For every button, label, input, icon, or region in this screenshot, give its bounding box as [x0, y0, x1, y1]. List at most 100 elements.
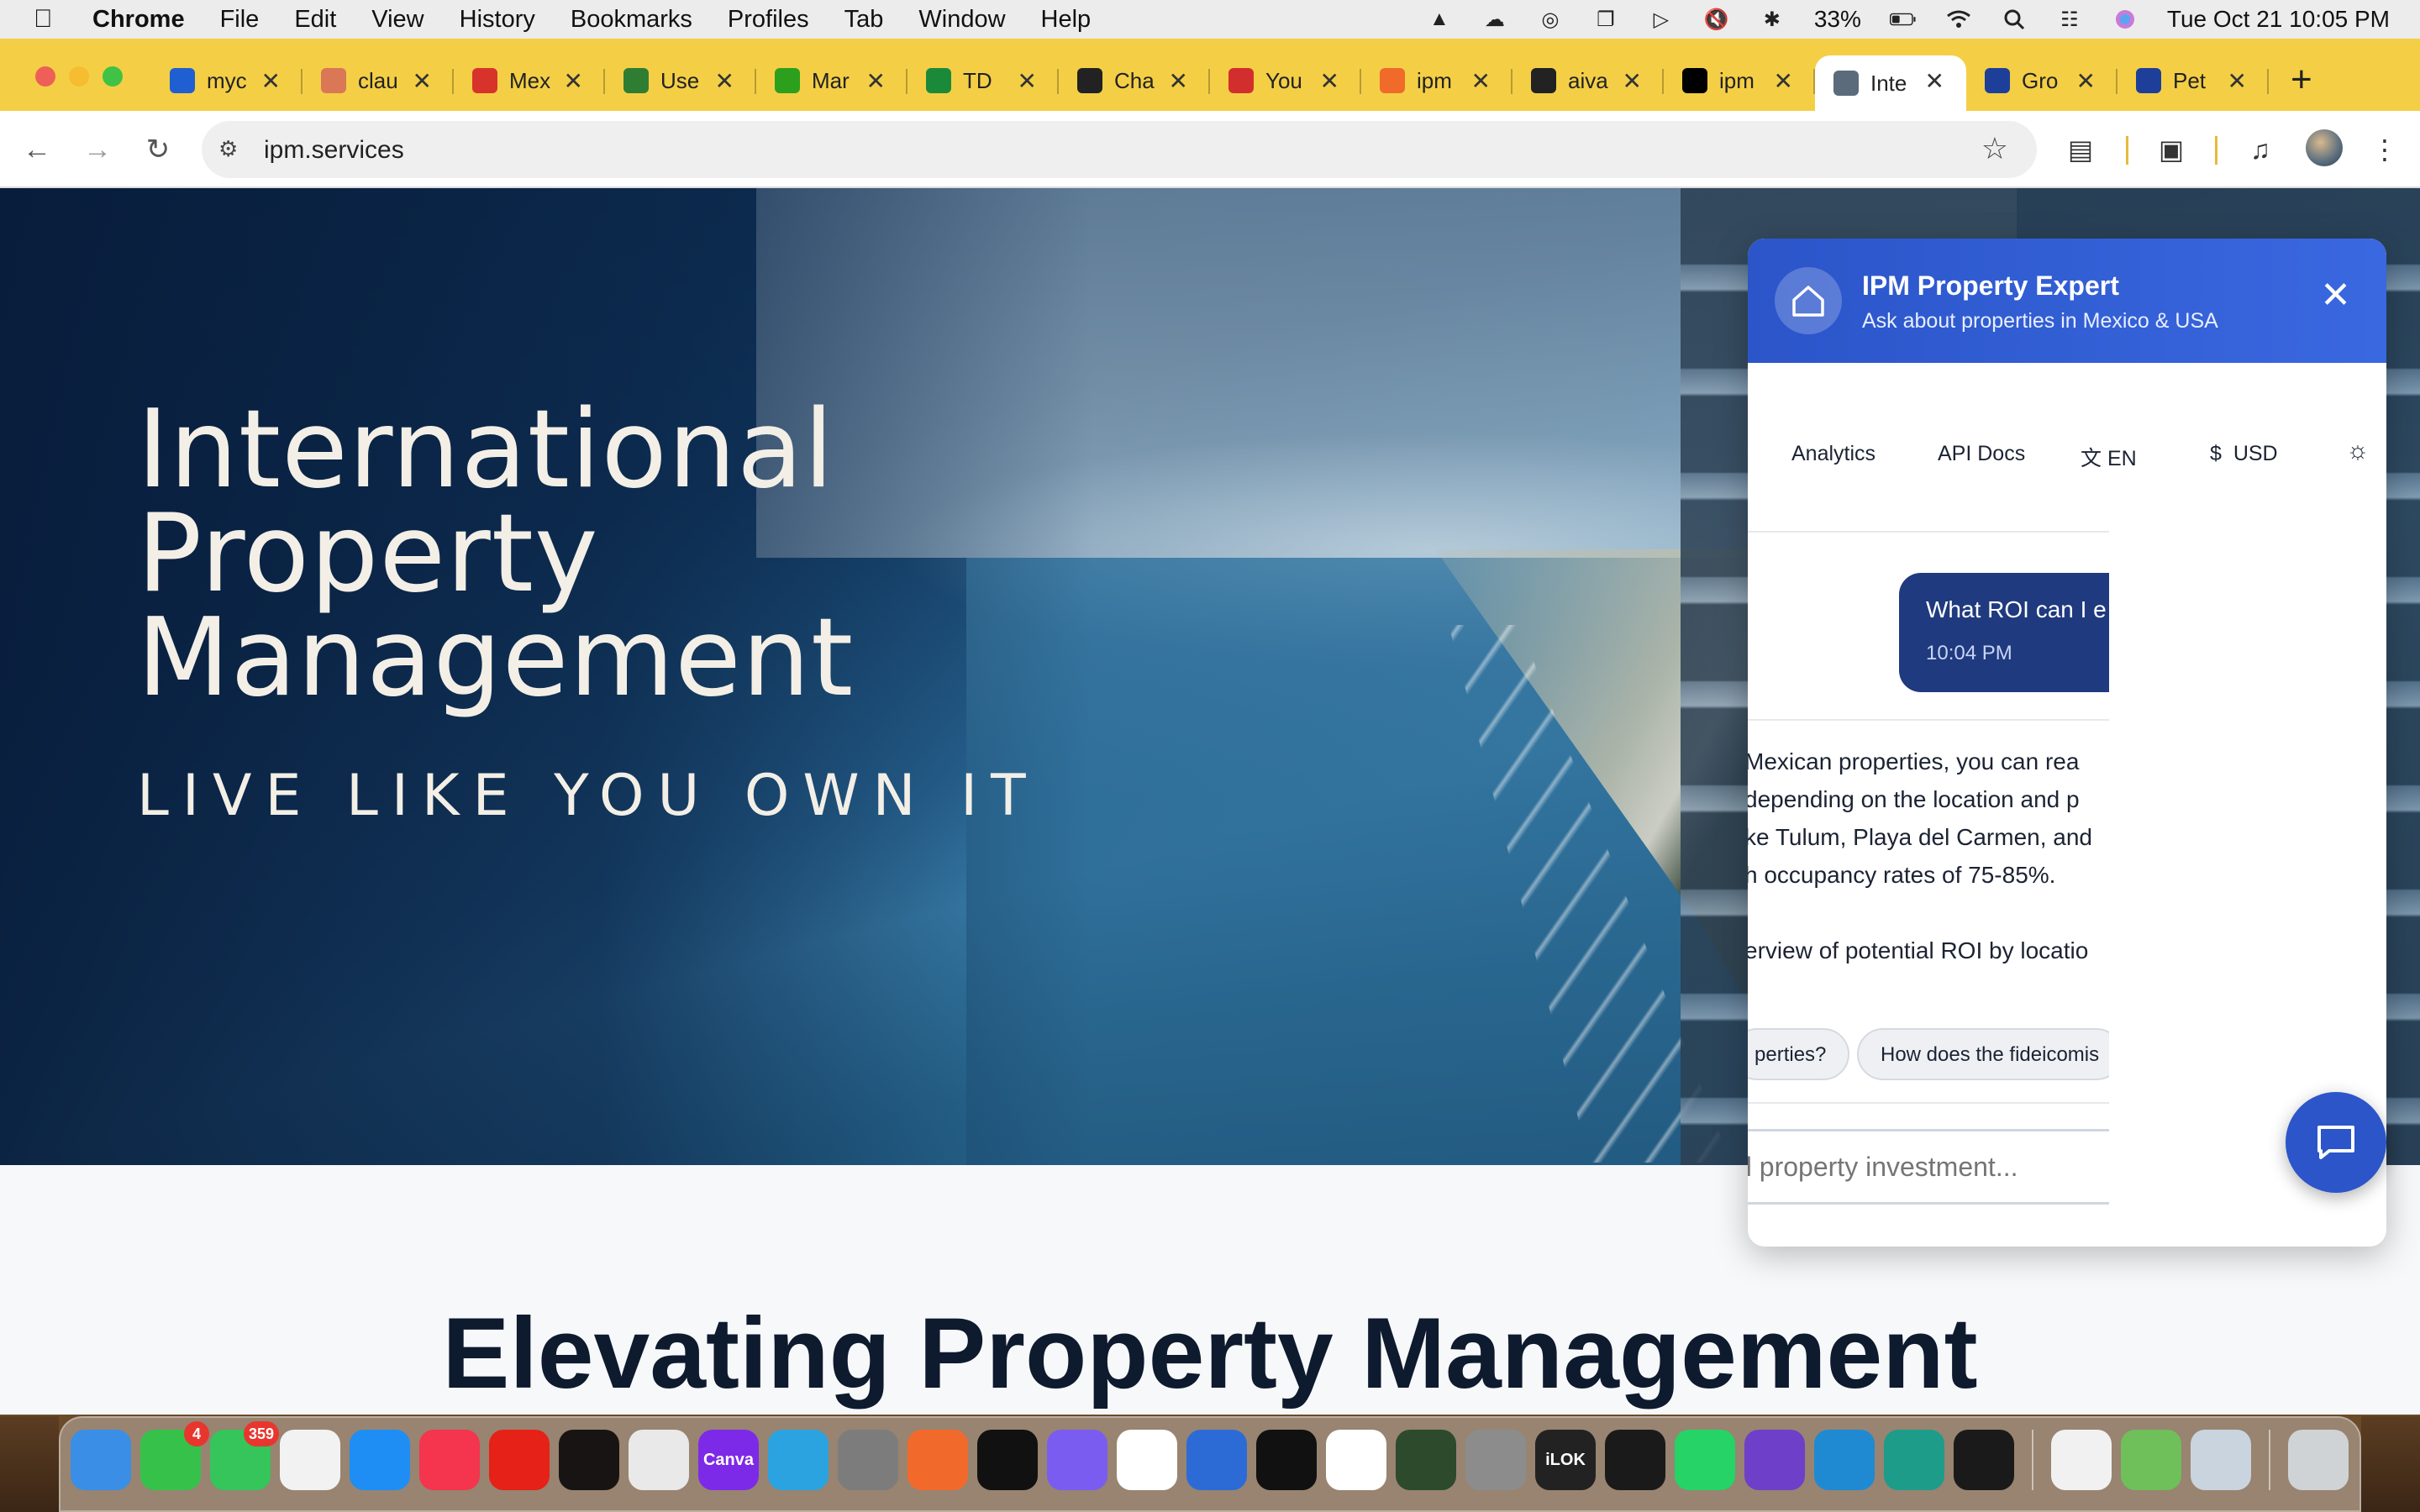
tab-close-icon[interactable]: ✕	[866, 67, 886, 95]
tab-1[interactable]: clau ✕	[302, 55, 454, 106]
more-menu-icon[interactable]: ⋮	[2366, 131, 2403, 168]
keychain-icon[interactable]	[2051, 1430, 2112, 1490]
tab-close-icon[interactable]: ✕	[715, 67, 734, 95]
tab-3[interactable]: Use ✕	[605, 55, 756, 106]
spotlight-icon[interactable]	[2001, 8, 2028, 30]
url-text[interactable]: ipm.services	[264, 136, 404, 165]
site-settings-icon[interactable]: ⚙	[218, 136, 245, 163]
tab-close-icon[interactable]: ✕	[2076, 67, 2096, 95]
bluetooth-icon[interactable]: ✱	[1759, 8, 1786, 31]
tab-11[interactable]: Inte ✕	[1815, 55, 1966, 111]
trash-icon[interactable]	[2288, 1430, 2349, 1490]
messages-icon[interactable]: 359	[210, 1421, 279, 1490]
tab-close-icon[interactable]: ✕	[1471, 67, 1491, 95]
bolt-icon[interactable]	[1047, 1430, 1107, 1490]
ilok-icon[interactable]: iLOK	[1535, 1430, 1596, 1490]
drive-icon[interactable]: ▲	[1426, 8, 1453, 30]
finder-icon[interactable]	[71, 1430, 131, 1490]
maps-icon[interactable]	[2121, 1430, 2181, 1490]
menu-window[interactable]: Window	[918, 6, 1005, 34]
whatsapp-icon[interactable]	[1675, 1430, 1735, 1490]
currency-selector[interactable]: $ USD	[2210, 442, 2278, 466]
telegram-icon[interactable]	[768, 1430, 829, 1490]
notes-icon[interactable]	[280, 1430, 340, 1490]
chat-input[interactable]	[1748, 1131, 2109, 1202]
tab-close-icon[interactable]: ✕	[1320, 67, 1339, 95]
theme-toggle-icon[interactable]: ☼	[2346, 437, 2370, 465]
screenrec-icon[interactable]	[908, 1430, 968, 1490]
siri-icon[interactable]	[2112, 8, 2139, 30]
slack-icon[interactable]	[1326, 1430, 1386, 1490]
menu-edit[interactable]: Edit	[294, 6, 336, 34]
profile-avatar[interactable]	[2306, 129, 2343, 166]
menu-file[interactable]: File	[220, 6, 260, 34]
menu-profiles[interactable]: Profiles	[728, 6, 809, 34]
back-button[interactable]: ←	[17, 129, 57, 170]
tab-close-icon[interactable]: ✕	[413, 67, 432, 95]
play-icon[interactable]: ▷	[1648, 8, 1675, 31]
settings-icon[interactable]	[1465, 1430, 1526, 1490]
capcut-icon[interactable]	[977, 1430, 1038, 1490]
activity-icon[interactable]	[1954, 1430, 2014, 1490]
menu-clock[interactable]: Tue Oct 21 10:05 PM	[2167, 6, 2390, 33]
vscode-icon[interactable]	[1814, 1430, 1875, 1490]
mute-icon[interactable]: 🔇	[1703, 8, 1730, 31]
tab-close-icon[interactable]: ✕	[1774, 67, 1793, 95]
tab-close-icon[interactable]: ✕	[1623, 67, 1642, 95]
menu-help[interactable]: Help	[1041, 6, 1092, 34]
tab-4[interactable]: Mar ✕	[756, 55, 908, 106]
music-icon[interactable]	[419, 1430, 480, 1490]
menu-app-name[interactable]: Chrome	[92, 6, 185, 34]
music-notes-icon[interactable]	[1396, 1430, 1456, 1490]
tab-13[interactable]: Pet ✕	[2118, 55, 2269, 106]
canva-icon[interactable]: Canva	[698, 1430, 759, 1490]
suggestion-chip[interactable]: perties?	[1748, 1028, 1850, 1080]
screens-icon[interactable]: ❐	[1592, 8, 1619, 31]
menu-history[interactable]: History	[460, 6, 535, 34]
chat-toggle-button[interactable]	[2286, 1092, 2386, 1193]
chrome-icon[interactable]	[629, 1430, 689, 1490]
tab-2[interactable]: Mex ✕	[454, 55, 605, 106]
menu-view[interactable]: View	[371, 6, 424, 34]
suggestion-chip[interactable]: How does the fideicomis	[1857, 1028, 2109, 1080]
tab-9[interactable]: aiva ✕	[1512, 55, 1664, 106]
media-controls-icon[interactable]: ♫	[2242, 131, 2279, 168]
tab-close-icon[interactable]: ✕	[1169, 67, 1188, 95]
launchpad-icon[interactable]	[838, 1430, 898, 1490]
cursor-icon[interactable]	[1884, 1430, 1944, 1490]
tab-8[interactable]: ipm ✕	[1361, 55, 1512, 106]
zoom-window-button[interactable]	[103, 66, 123, 87]
apple-icon[interactable]: 	[34, 5, 67, 34]
extensions-icon[interactable]: ▤	[2062, 131, 2099, 168]
reload-button[interactable]: ↻	[138, 129, 178, 170]
appstore-icon[interactable]	[350, 1430, 410, 1490]
address-bar[interactable]: ⚙ ipm.services ☆	[202, 121, 2037, 178]
close-window-button[interactable]	[35, 66, 55, 87]
bookmark-star-icon[interactable]: ☆	[1981, 131, 2008, 166]
tab-12[interactable]: Gro ✕	[1966, 55, 2118, 106]
spotify-icon[interactable]	[559, 1430, 619, 1490]
menu-bookmarks[interactable]: Bookmarks	[571, 6, 692, 34]
battery-icon[interactable]	[1889, 8, 1917, 30]
menu-tab[interactable]: Tab	[844, 6, 884, 34]
tab-10[interactable]: ipm ✕	[1664, 55, 1815, 106]
tab-close-icon[interactable]: ✕	[1925, 67, 1944, 95]
github-desktop-icon[interactable]	[1744, 1430, 1805, 1490]
close-icon[interactable]: ✕	[2320, 277, 2351, 314]
preview-icon[interactable]	[2191, 1430, 2251, 1490]
tab-7[interactable]: You ✕	[1210, 55, 1361, 106]
facetime-icon[interactable]: 4	[140, 1421, 209, 1490]
tab-close-icon[interactable]: ✕	[261, 67, 281, 95]
tab-5[interactable]: TD ✕	[908, 55, 1059, 106]
tab-search-icon[interactable]: ▣	[2153, 131, 2190, 168]
audio-icon[interactable]	[1186, 1430, 1247, 1490]
tab-close-icon[interactable]: ✕	[1018, 67, 1037, 95]
youtube-icon[interactable]	[489, 1430, 550, 1490]
tab-close-icon[interactable]: ✕	[2228, 67, 2247, 95]
new-tab-button[interactable]: +	[2291, 59, 2312, 101]
link-icon[interactable]	[1117, 1430, 1177, 1490]
tab-close-icon[interactable]: ✕	[564, 67, 583, 95]
s-icon[interactable]	[1605, 1430, 1665, 1490]
wifi-icon[interactable]	[1945, 8, 1972, 30]
airdrop-icon[interactable]: ◎	[1537, 8, 1564, 31]
